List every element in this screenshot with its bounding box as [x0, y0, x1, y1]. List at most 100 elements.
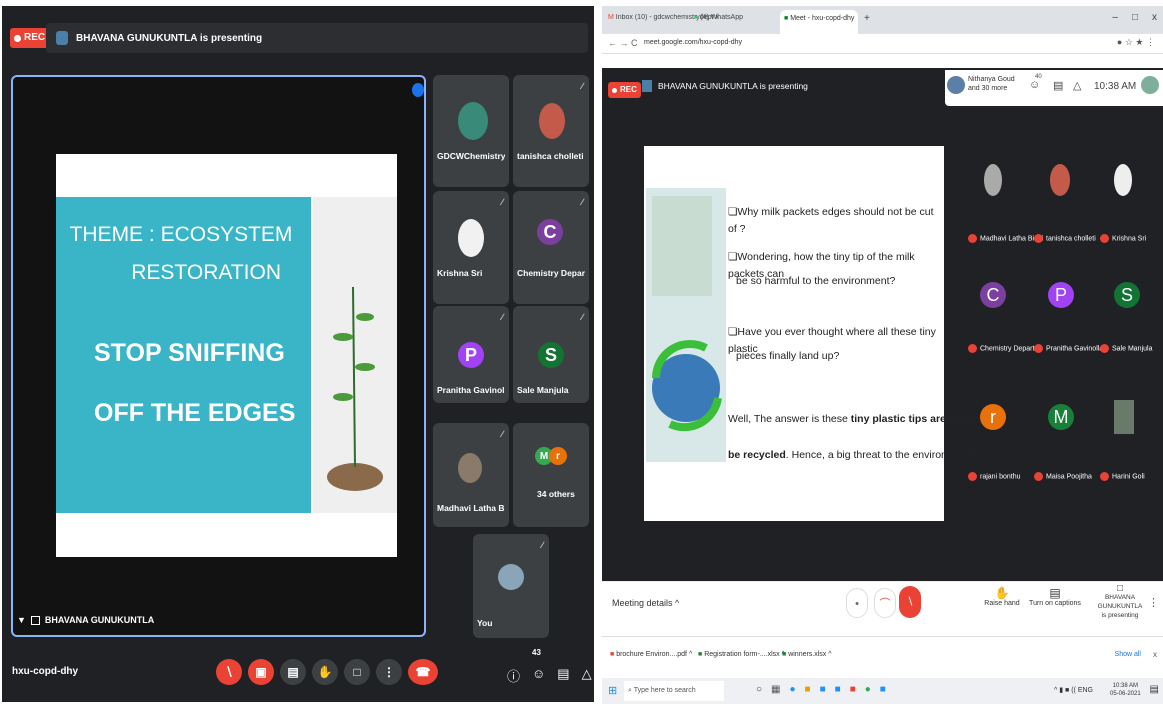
taskbar-search[interactable]: ⌕ Type here to search — [624, 681, 724, 701]
windows-start-icon[interactable]: ⊞ — [608, 684, 617, 697]
tile-name: Chemistry Departme... — [517, 268, 586, 278]
chrome-icon[interactable]: ● — [865, 684, 871, 695]
tile-name: Harini Goli — [1100, 472, 1145, 481]
slide-headline-line1: STOP SNIFFING — [94, 339, 285, 367]
mic-off-icon — [1100, 234, 1109, 243]
meeting-details-button[interactable]: Meeting details ^ — [612, 598, 679, 608]
tile-name: Sale Manjula — [1100, 344, 1152, 353]
tab-whatsapp[interactable]: ● (4) WhatsApp — [694, 14, 774, 21]
captions-button[interactable]: ▤ Turn on captions — [1027, 586, 1083, 607]
tile-sale[interactable]: ∕ S Sale Manjula — [513, 306, 589, 403]
new-tab-icon[interactable]: + — [864, 13, 870, 24]
avatar-initial: r — [549, 447, 567, 465]
presentation-stage[interactable]: THEME : ECOSYSTEM RESTORATION STOP SNIFF… — [11, 75, 426, 637]
mic-off-icon: ∕ — [581, 197, 583, 207]
tile-pranitha[interactable]: ∕ P Pranitha Gavinolla — [433, 306, 509, 403]
more-options-icon[interactable]: ⋮ — [1148, 596, 1159, 609]
raise-hand-button[interactable]: ✋ Raise hand — [982, 586, 1022, 607]
tile-tanishca[interactable]: ∕ tanishca cholleti — [513, 75, 589, 187]
close-icon[interactable]: x — [1152, 12, 1157, 23]
present-icon[interactable]: □ — [344, 659, 370, 685]
captions-icon: ▤ — [1049, 586, 1061, 600]
activities-icon[interactable]: △ — [582, 666, 592, 685]
avatar — [1114, 164, 1132, 196]
info-icon[interactable]: ⓘ — [507, 666, 520, 685]
mic-off-icon: ∕ — [581, 312, 583, 322]
download-item-1[interactable]: ■ brochure Environ....pdf ^ — [610, 651, 692, 658]
call-controls: ∖ ▣ ▤ ✋ □ ⋮ ☎ — [216, 659, 438, 685]
tile-name: Maisa Poojitha — [1034, 472, 1092, 481]
store-icon[interactable]: ■ — [820, 684, 826, 695]
people-icon[interactable]: ☺ — [1029, 79, 1040, 91]
tile-madhavi[interactable]: ∕ Madhavi Latha Bingi — [433, 423, 509, 527]
slide-para-2: be recycled. Hence, a big threat to the … — [728, 449, 974, 461]
taskbar: ⊞ ⌕ Type here to search ○ ▦ ● ■ ■ ■ ■ ● … — [602, 678, 1163, 704]
tile-gdcw[interactable]: GDCWChemistry Dept — [433, 75, 509, 187]
edge-icon[interactable]: ● — [790, 684, 796, 695]
more-options-icon[interactable]: ⋮ — [376, 659, 402, 685]
close-icon[interactable]: x — [1153, 650, 1157, 659]
nav-icons[interactable]: ← → C — [608, 38, 638, 48]
left-meet-window: REC BHAVANA GUNUKUNTLA is presenting THE… — [2, 6, 594, 702]
plant-illustration-icon — [327, 286, 383, 491]
download-item-3[interactable]: ■ winners.xlsx ^ — [782, 651, 832, 658]
system-tray[interactable]: ^ ▮ ■ (( ENG — [1054, 686, 1093, 694]
captions-icon[interactable]: ▤ — [280, 659, 306, 685]
slide-para-1: Well, The answer is these tiny plastic t… — [728, 413, 1000, 425]
activities-icon[interactable]: △ — [1073, 79, 1081, 92]
meet-clock: 10:38 AM — [1094, 81, 1137, 92]
folder-icon[interactable]: ■ — [805, 684, 811, 695]
camera-off-icon[interactable]: ∖ — [899, 586, 921, 618]
self-avatar — [1141, 76, 1159, 94]
url-field[interactable]: meet.google.com/hxu-copd-dhy — [644, 39, 742, 46]
chat-icon[interactable]: ▤ — [557, 666, 569, 685]
tile-name: rajani bonthu — [968, 472, 1020, 481]
word-icon[interactable]: ■ — [880, 684, 886, 695]
avatar-initial: M — [1048, 404, 1074, 430]
task-view-icon[interactable]: ○ — [756, 684, 762, 695]
meet-bottom-bar: Meeting details ^ • ⌒ ∖ ✋ Raise hand ▤ Tur… — [602, 581, 1163, 633]
camera-off-icon[interactable]: ▣ — [248, 659, 274, 685]
notifications-icon[interactable]: ▤ — [1150, 684, 1159, 695]
maximize-icon[interactable]: □ — [1132, 12, 1138, 23]
browser-actions-icons[interactable]: ● ☆ ★ ⋮ — [1117, 37, 1155, 48]
tile-you[interactable]: ∕ You — [473, 534, 549, 638]
tile-chemistry-dept[interactable]: ∕ C Chemistry Departme... — [513, 191, 589, 304]
mic-off-icon: ∕ — [501, 197, 503, 207]
avatar — [458, 219, 484, 257]
tile-krishna[interactable]: ∕ Krishna Sri — [433, 191, 509, 304]
office-icon[interactable]: ■ — [850, 684, 856, 695]
download-item-2[interactable]: ■ Registration form-....xlsx ^ — [698, 651, 785, 658]
tile-others[interactable]: M r 34 others — [513, 423, 589, 527]
recycle-globe-icon — [652, 196, 722, 432]
widgets-icon[interactable]: ▦ — [771, 684, 780, 695]
avatar — [458, 102, 488, 140]
minimize-icon[interactable]: – — [1112, 12, 1118, 23]
participants-count-badge: 43 — [532, 648, 541, 657]
speaking-indicator-icon — [412, 83, 424, 97]
mic-icon[interactable]: • — [846, 588, 868, 618]
tile-name: Madhavi Latha Bingi — [437, 503, 505, 513]
pin-icon[interactable]: ▼ — [17, 615, 26, 625]
present-icon: □ — [1116, 583, 1124, 594]
tile-name: Krishna Sri — [1100, 234, 1146, 243]
show-all-link[interactable]: Show all — [1115, 651, 1141, 658]
leave-call-icon[interactable]: ☎ — [408, 659, 438, 685]
mail-icon[interactable]: ■ — [835, 684, 841, 695]
avatar-initial: P — [458, 342, 484, 368]
meeting-code: hxu-copd-dhy — [12, 666, 79, 677]
slide-theme-line1: THEME : ECOSYSTEM — [69, 223, 293, 246]
avatar-initial: C — [980, 282, 1006, 308]
mic-off-icon — [1100, 344, 1109, 353]
chat-icon[interactable]: ▤ — [1053, 79, 1063, 92]
avatar-initial: S — [1114, 282, 1140, 308]
avatar — [1114, 400, 1134, 434]
leave-call-icon[interactable]: ⌒ — [874, 588, 896, 618]
raise-hand-icon[interactable]: ✋ — [312, 659, 338, 685]
mic-off-icon[interactable]: ∖ — [216, 659, 242, 685]
slide-bullet-1: ❏Why milk packets edges should not be cu… — [728, 206, 934, 235]
avatar-initial: P — [1048, 282, 1074, 308]
tab-meet[interactable]: ■ Meet - hxu-copd-dhy — [780, 10, 858, 34]
people-icon[interactable]: ☺ — [532, 666, 545, 685]
presenting-button[interactable]: □ BHAVANA GUNUKUNTLA is presenting — [1090, 584, 1150, 620]
